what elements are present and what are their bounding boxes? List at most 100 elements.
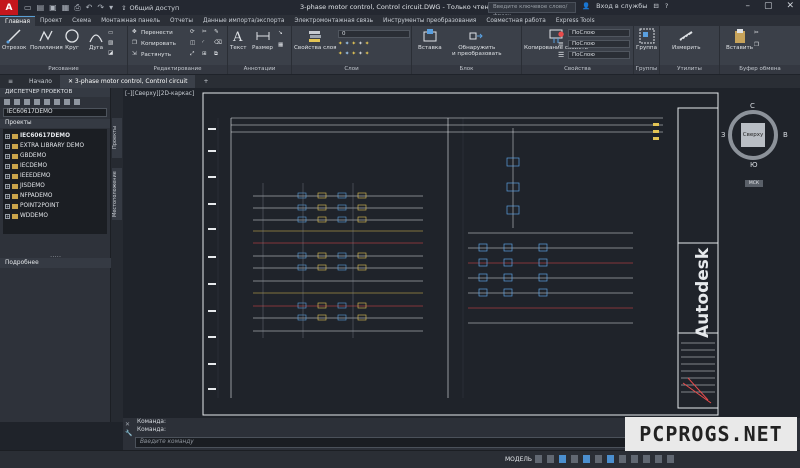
customize-command-icon[interactable]: 🔧 <box>125 429 132 438</box>
side-tab-location[interactable]: Местоположение <box>112 168 122 220</box>
plot-icon[interactable] <box>64 99 70 105</box>
help-icon[interactable]: ? <box>665 2 668 10</box>
drawing-canvas[interactable]: [–][Сверху][2D-каркас] Сверху С Ю З В МС… <box>123 88 800 418</box>
text-button[interactable]: A Текст <box>230 28 247 51</box>
isolate-objects-icon[interactable] <box>643 455 650 463</box>
menu-icon[interactable]: ≡ <box>0 75 21 88</box>
lineweight-toggle-icon[interactable] <box>607 455 614 463</box>
tab-panel[interactable]: Монтажная панель <box>96 16 165 26</box>
undo-icon[interactable]: ↶ <box>86 3 93 12</box>
brush-icon[interactable]: ✎ <box>214 29 219 35</box>
snap-icon[interactable] <box>547 455 554 463</box>
file-tab-drawing[interactable]: ✕ 3-phase motor control, Control circuit <box>59 75 196 88</box>
polyline-button[interactable]: Полилиния <box>30 28 63 51</box>
layer-lock-icon[interactable]: ✦ <box>351 41 356 47</box>
viewcube-north[interactable]: С <box>750 102 755 110</box>
new-project-icon[interactable] <box>14 99 20 105</box>
tab-import-export[interactable]: Данные импорта/экспорта <box>198 16 290 26</box>
project-properties-icon[interactable] <box>44 99 50 105</box>
new-file-icon[interactable]: ▭ <box>24 3 32 12</box>
new-drawing-icon[interactable] <box>24 99 30 105</box>
dimension-button[interactable]: Размер <box>252 28 273 51</box>
circle-button[interactable]: Круг <box>64 28 80 51</box>
tab-express-tools[interactable]: Express Tools <box>551 16 600 26</box>
qat-dropdown-icon[interactable]: ▾ <box>109 3 113 12</box>
tab-electromechanical[interactable]: Электромонтажная связь <box>289 16 378 26</box>
layer-freeze-icon[interactable]: ✦ <box>345 41 350 47</box>
save-icon[interactable]: ▣ <box>49 3 57 12</box>
expand-icon[interactable]: + <box>5 143 10 149</box>
layer-prev-icon[interactable]: ✦ <box>338 51 343 57</box>
clipboard-panel-title[interactable]: Буфер обмена <box>720 65 800 74</box>
leader-icon[interactable]: ↘ <box>278 30 283 36</box>
modify-panel-title[interactable]: Редактирование <box>128 65 227 74</box>
hatch-icon[interactable]: ▨ <box>108 40 113 46</box>
rectangle-icon[interactable]: ▭ <box>108 30 113 36</box>
tree-item[interactable]: + WDDEMO <box>3 211 107 221</box>
detect-convert-button[interactable]: Обнаружить и преобразовать <box>452 28 502 57</box>
rotate-icon[interactable]: ⟳ <box>190 29 195 35</box>
print-icon[interactable]: ⎙ <box>74 3 80 13</box>
tab-home[interactable]: Главная <box>0 16 36 26</box>
user-icon[interactable]: 👤 <box>582 2 590 10</box>
tab-conversion-tools[interactable]: Инструменты преобразования <box>378 16 481 26</box>
paste-button[interactable]: Вставить <box>726 28 753 51</box>
model-space-button[interactable]: МОДЕЛЬ <box>505 456 532 463</box>
tab-project[interactable]: Проект <box>35 16 67 26</box>
ortho-icon[interactable] <box>559 455 566 463</box>
expand-icon[interactable]: + <box>5 213 10 219</box>
annotation-scale-icon[interactable] <box>619 455 626 463</box>
cut-icon[interactable]: ✂ <box>754 30 759 36</box>
measure-button[interactable]: Измерить <box>672 28 701 51</box>
details-section-label[interactable]: Подробнее <box>0 258 111 268</box>
tab-collaborate[interactable]: Совместная работа <box>481 16 550 26</box>
block-panel-title[interactable]: Блок <box>412 65 521 74</box>
tree-item[interactable]: + IEC60617DEMO <box>3 131 107 141</box>
arc-button[interactable]: Дуга <box>88 28 104 51</box>
layer-thaw-icon[interactable]: ✦ <box>358 51 363 57</box>
layer-dropdown[interactable]: 0 <box>338 30 410 38</box>
sign-in-link[interactable]: Вход в службы <box>596 2 647 10</box>
copy-button[interactable]: ❐ Копировать <box>132 40 176 47</box>
tab-reports[interactable]: Отчеты <box>165 16 198 26</box>
offset-icon[interactable]: ⧉ <box>214 51 218 58</box>
redo-icon[interactable]: ↷ <box>97 3 104 12</box>
project-select[interactable]: IEC60617DEMO <box>3 108 107 117</box>
utilities-panel-title[interactable]: Утилиты <box>660 65 719 74</box>
close-command-icon[interactable]: ✕ <box>125 420 132 429</box>
cart-icon[interactable]: ⊟ <box>653 2 658 10</box>
workspace-icon[interactable] <box>631 455 638 463</box>
viewcube-east[interactable]: В <box>783 131 788 139</box>
layer-on-icon[interactable]: ✦ <box>338 41 343 47</box>
expand-icon[interactable]: + <box>5 193 10 199</box>
annotation-panel-title[interactable]: Аннотации <box>228 65 291 74</box>
open-icon[interactable]: ▤ <box>37 3 45 12</box>
erase-icon[interactable]: ⌫ <box>214 40 222 46</box>
save-as-icon[interactable]: ▦ <box>62 3 70 12</box>
insert-block-button[interactable]: Вставка <box>418 28 442 51</box>
scale-icon[interactable]: ⤢ <box>190 51 194 58</box>
viewcube-face[interactable]: Сверху <box>741 123 765 147</box>
polar-icon[interactable] <box>571 455 578 463</box>
help-search-input[interactable]: Введите ключевое слово/фразу <box>488 2 576 19</box>
maximize-icon[interactable]: ▢ <box>764 1 773 11</box>
layer-match-icon[interactable]: ✦ <box>365 41 370 47</box>
grid-icon[interactable] <box>535 455 542 463</box>
command-input[interactable]: Введите команду <box>135 437 655 448</box>
color-dropdown[interactable]: ПоСлою <box>568 29 630 37</box>
ucs-dropdown[interactable]: МСК <box>745 180 763 187</box>
otrack-icon[interactable] <box>595 455 602 463</box>
viewcube-south[interactable]: Ю <box>750 161 758 169</box>
move-button[interactable]: ✥ Перенести <box>132 29 173 36</box>
layer-walk-icon[interactable]: ✦ <box>345 51 350 57</box>
groups-panel-title[interactable]: Группы <box>634 65 659 74</box>
file-tab-start[interactable]: Начало <box>21 75 60 88</box>
trim-icon[interactable]: ✂ <box>202 29 207 35</box>
expand-icon[interactable]: + <box>5 133 10 139</box>
new-tab-icon[interactable]: + <box>195 75 216 88</box>
side-tab-projects[interactable]: Проекты <box>112 118 122 158</box>
gradient-icon[interactable]: ◪ <box>108 50 113 56</box>
table-icon[interactable]: ▦ <box>278 42 283 48</box>
layer-off-icon[interactable]: ✦ <box>351 51 356 57</box>
group-button[interactable]: Группа <box>636 28 657 51</box>
